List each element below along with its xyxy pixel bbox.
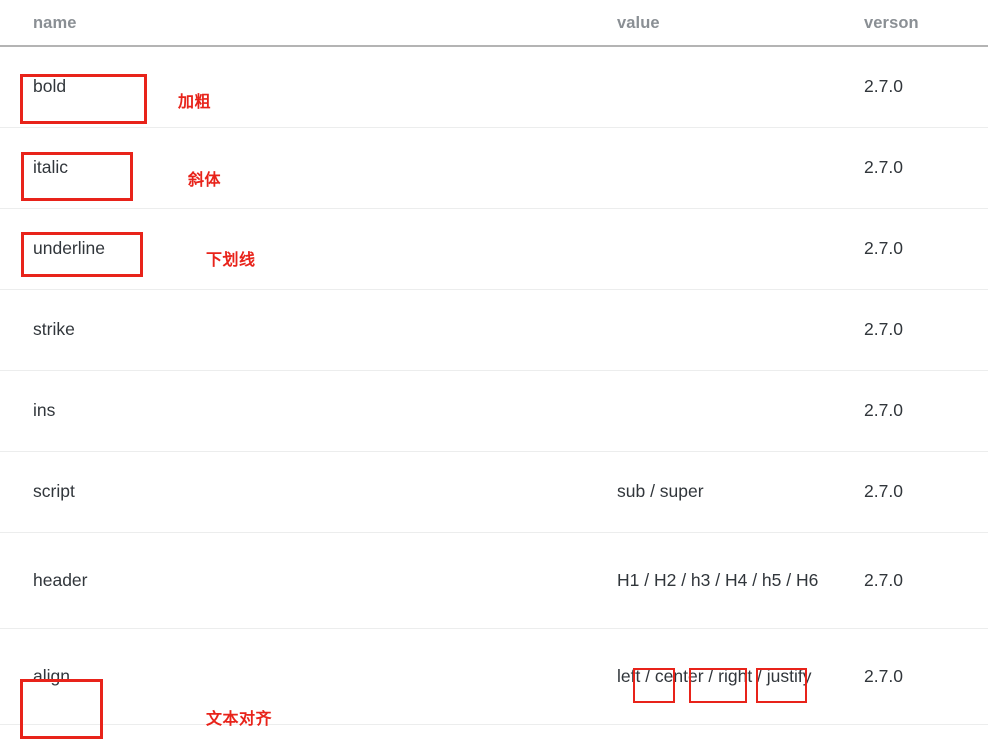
cell-value-align: left / center / right / justify: [608, 628, 858, 725]
cell-value-underline: [608, 208, 858, 290]
cell-name-script: script: [0, 451, 608, 533]
cell-version-align: 2.7.0: [858, 628, 988, 725]
cell-name-bold: bold: [0, 46, 608, 128]
cell-name-ins: ins: [0, 370, 608, 452]
column-header-version: verson: [858, 0, 988, 47]
table-row: header H1 / H2 / h3 / H4 / h5 / H6 2.7.0: [0, 532, 988, 629]
column-header-name: name: [0, 0, 608, 47]
cell-value-ins: [608, 370, 858, 452]
cell-version-strike: 2.7.0: [858, 289, 988, 371]
table-row: italic 2.7.0: [0, 127, 988, 209]
cell-version-underline: 2.7.0: [858, 208, 988, 290]
table-row: ins 2.7.0: [0, 370, 988, 452]
annotation-label-bold: 加粗: [178, 92, 212, 111]
cell-name-underline: underline: [0, 208, 608, 290]
table-row: align left / center / right / justify 2.…: [0, 628, 988, 725]
table-header-row: name value verson: [0, 0, 988, 47]
cell-version-script: 2.7.0: [858, 451, 988, 533]
cell-value-strike: [608, 289, 858, 371]
cell-version-header: 2.7.0: [858, 532, 988, 629]
table-row: script sub / super 2.7.0: [0, 451, 988, 533]
cell-version-italic: 2.7.0: [858, 127, 988, 209]
cell-value-header: H1 / H2 / h3 / H4 / h5 / H6: [608, 532, 858, 629]
annotation-label-italic: 斜体: [188, 170, 222, 189]
cell-value-script: sub / super: [608, 451, 858, 533]
annotation-label-underline: 下划线: [206, 250, 256, 269]
table-header: name value verson: [0, 0, 988, 47]
cell-name-italic: italic: [0, 127, 608, 209]
page-root: name value verson bold 2.7.0 italic 2.7.…: [0, 0, 988, 739]
cell-value-bold: [608, 46, 858, 128]
table-row: underline 2.7.0: [0, 208, 988, 290]
table-row: bold 2.7.0: [0, 46, 988, 128]
attributes-table: name value verson bold 2.7.0 italic 2.7.…: [0, 0, 988, 725]
cell-name-strike: strike: [0, 289, 608, 371]
table-body: bold 2.7.0 italic 2.7.0 underline 2.7.0 …: [0, 46, 988, 725]
annotation-label-align: 文本对齐: [206, 709, 273, 728]
cell-name-header: header: [0, 532, 608, 629]
table-row: strike 2.7.0: [0, 289, 988, 371]
cell-value-italic: [608, 127, 858, 209]
column-header-value: value: [608, 0, 858, 47]
cell-name-align: align: [0, 628, 608, 725]
cell-version-bold: 2.7.0: [858, 46, 988, 128]
cell-version-ins: 2.7.0: [858, 370, 988, 452]
